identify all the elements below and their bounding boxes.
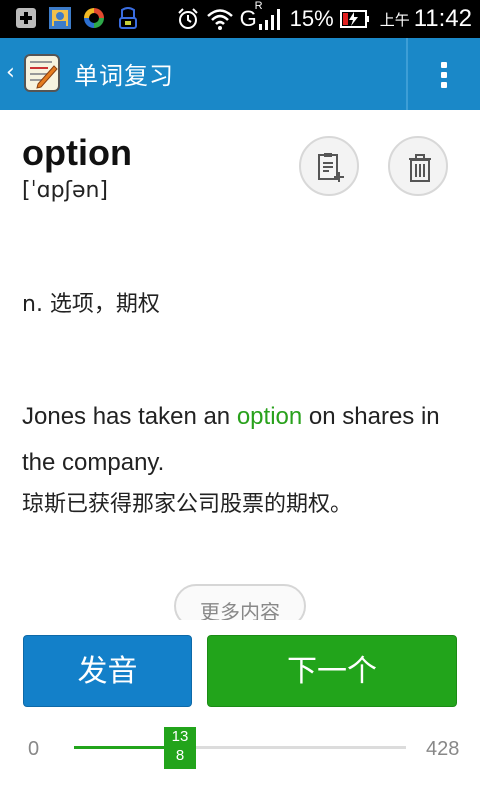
add-to-wordbook-icon [318,153,344,182]
battery-percent: 15% [289,6,334,31]
wifi-icon [206,9,233,30]
up-navigation[interactable]: ‹ [0,38,66,110]
am-pm-label: 上午 [379,10,410,29]
example-highlight: option [236,403,303,430]
example-text-before: Jones has taken an [22,403,237,430]
progress-value-line2: 8 [175,747,185,764]
clock-time: 11:42 [413,5,472,32]
alarm-icon [177,8,198,29]
add-to-wordbook-button[interactable] [299,136,359,196]
more-vert-dot [441,72,447,78]
example-sentence: Jones has taken an option on shares in t… [22,394,462,486]
delete-word-button[interactable] [388,136,448,196]
app-logo-icon [24,54,60,92]
more-vert-dot [441,82,447,88]
trash-icon [409,154,431,182]
status-bar: G R 15% 上午 11:42 [0,0,480,38]
progress-min-label: 0 [28,738,40,760]
add-notification-icon [16,8,36,28]
more-vert-icon [441,62,447,68]
signal-icon: G R [240,0,284,34]
sync-notification-icon [84,8,104,28]
word-text: option [22,132,132,173]
bottom-panel: 发音 下一个 [0,620,480,800]
app-notification-icon [119,7,137,29]
word-phonetic: [ˈɑpʃən] [22,178,109,203]
overflow-menu-button[interactable] [408,38,480,110]
progress-thumb[interactable]: 13 8 [164,727,196,769]
progress-max-label: 428 [426,738,460,760]
contacts-notification-icon [49,7,71,29]
word-definition: n. 选项，期权 [22,292,160,317]
page-title: 单词复习 [74,62,174,90]
pronounce-button[interactable]: 发音 [23,635,192,707]
progress-track[interactable] [74,746,406,749]
next-word-button[interactable]: 下一个 [207,635,457,707]
progress-value-line1: 13 [171,728,189,745]
action-bar: ‹ 单词复习 [0,38,480,110]
back-chevron-icon: ‹ [6,60,15,85]
example-translation: 琼斯已获得那家公司股票的期权。 [22,492,353,517]
battery-charging-icon [339,10,369,28]
